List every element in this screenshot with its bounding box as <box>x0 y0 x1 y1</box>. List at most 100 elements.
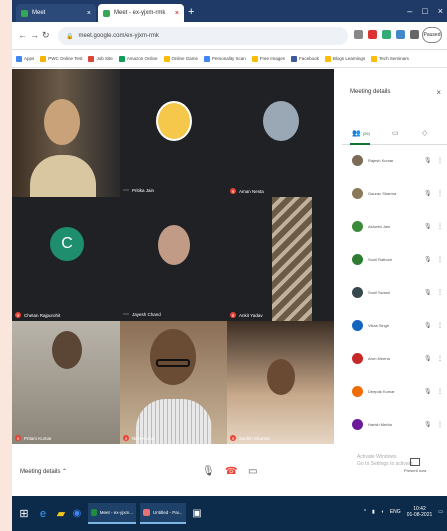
more-vert-icon[interactable]: ⋮ <box>437 355 443 362</box>
bookmark-item[interactable]: Free Images <box>251 55 285 62</box>
more-vert-icon[interactable]: ⋮ <box>437 190 443 197</box>
tab-close-icon[interactable]: × <box>87 10 91 17</box>
extension-icon[interactable] <box>382 30 391 39</box>
bookmark-item[interactable]: Personality Scan <box>204 55 246 62</box>
more-vert-icon[interactable]: ⋮ <box>437 223 443 230</box>
clock[interactable]: 10:42 01-08-2021 <box>407 506 433 518</box>
avatar <box>352 253 363 265</box>
list-item[interactable]: Harish Mehta 🎙 ⋮ <box>342 413 447 435</box>
list-item[interactable]: Ashwini Jain 🎙 ⋮ <box>342 215 447 237</box>
participant-tile[interactable]: ✕ Pritam Kumar <box>12 321 120 444</box>
list-item[interactable]: Sunil Rathore 🎙 ⋮ <box>342 248 447 270</box>
bookmark-icon <box>371 55 378 62</box>
mic-off-icon: ✕ <box>230 435 236 441</box>
participant-tile[interactable]: ⋯ Pritika Jain <box>120 69 227 197</box>
close-icon[interactable]: × <box>436 88 441 97</box>
language-indicator[interactable]: ENG <box>390 509 401 515</box>
participant-tile[interactable]: ⋯ Jayesh Chand <box>120 197 227 321</box>
browser-titlebar: Meet × Meet - ex-yjxm-rmk × + – □ × <box>12 0 447 22</box>
minimize-icon[interactable]: – <box>407 6 412 16</box>
activities-icon[interactable]: ◇ <box>422 129 427 137</box>
bookmark-item[interactable]: PWC Online Test <box>40 55 82 62</box>
people-icon: 👥 <box>352 130 361 137</box>
chat-icon[interactable]: ▭ <box>392 129 399 137</box>
participant-face <box>52 331 82 369</box>
participant-tile[interactable]: ✕ Aman Nesta <box>227 69 334 197</box>
maximize-icon[interactable]: □ <box>422 6 427 16</box>
bookmark-icon <box>324 55 331 62</box>
reload-icon[interactable]: ↻ <box>42 30 50 41</box>
mic-off-icon: 🎙 <box>424 223 432 230</box>
more-icon[interactable]: ⋯ <box>123 187 129 194</box>
more-vert-icon[interactable]: ⋮ <box>437 421 443 428</box>
more-vert-icon[interactable]: ⋮ <box>437 256 443 263</box>
back-icon[interactable]: ← <box>18 30 27 40</box>
present-now-button[interactable]: Present now <box>404 458 426 473</box>
list-item[interactable]: Vikas Singh 🎙 ⋮ <box>342 314 447 336</box>
bookmark-item[interactable]: Blogs Learnings <box>324 55 365 62</box>
extension-icon[interactable] <box>368 30 377 39</box>
tab-meet-active[interactable]: Meet - ex-yjxm-rmk × <box>98 4 184 22</box>
participant-tile[interactable]: C ✕ Chetan Rajpurohit <box>12 197 120 321</box>
plus-icon[interactable]: + <box>188 6 194 18</box>
more-vert-icon[interactable]: ⋮ <box>437 289 443 296</box>
participant-tile[interactable]: ✕ Ankit Yadav <box>227 197 334 321</box>
participant-tile[interactable] <box>12 69 120 197</box>
tab-meet[interactable]: Meet × <box>16 4 96 22</box>
volume-icon[interactable]: ◖ <box>381 509 384 515</box>
more-vert-icon[interactable]: ⋮ <box>437 157 443 164</box>
list-item[interactable]: Arun Meena 🎙 ⋮ <box>342 347 447 369</box>
camera-icon[interactable]: ▭ <box>248 466 257 477</box>
participant-nametag: ⋯ Pritika Jain <box>123 187 154 194</box>
extension-icon[interactable] <box>396 30 405 39</box>
more-vert-icon[interactable]: ⋮ <box>437 388 443 395</box>
present-icon <box>410 458 421 466</box>
participant-face <box>44 99 80 145</box>
forward-icon[interactable]: → <box>30 30 39 40</box>
list-item[interactable]: Sunil Swami 🎙 ⋮ <box>342 281 447 303</box>
meeting-details-button[interactable]: Meeting details ⌃ <box>20 468 67 475</box>
avatar <box>352 352 363 364</box>
url-bar[interactable]: 🔒 meet.google.com/ex-yjxm-rmk <box>58 27 348 45</box>
chevron-up-icon[interactable]: ^ <box>364 509 366 515</box>
profile-button[interactable]: Paused <box>422 27 442 43</box>
chrome-icon[interactable]: ◉ <box>70 504 84 523</box>
bookmark-item[interactable]: Job Site <box>88 55 113 62</box>
notification-icon[interactable]: ▭ <box>438 509 443 515</box>
hang-up-icon[interactable]: ☎ <box>225 466 237 477</box>
bookmark-item[interactable]: Tech Seminars <box>371 55 409 62</box>
file-explorer-icon[interactable]: ▰ <box>54 504 68 523</box>
participant-nametag: ✕ Chetan Rajpurohit <box>15 312 60 318</box>
list-item[interactable]: Rajesh Kumar 🎙 ⋮ <box>342 149 447 171</box>
mic-icon[interactable]: 🎙 <box>202 466 215 477</box>
tab-people[interactable]: 👥 (29) <box>352 129 370 137</box>
list-item[interactable]: Deepak Kumar 🎙 ⋮ <box>342 380 447 402</box>
bookmark-item[interactable]: Facebook <box>291 55 319 62</box>
network-icon[interactable]: ▮ <box>372 509 375 515</box>
tab-close-icon[interactable]: × <box>175 10 179 17</box>
participant-list: Rajesh Kumar 🎙 ⋮ Gaurav Sharma 🎙 ⋮ Ashwini J… <box>342 149 447 439</box>
windows-taskbar: ⊞ e ▰ ◉ Meet - ex-yjxm... Untitled - Pai… <box>12 496 447 531</box>
participant-name: Harish Mehta <box>368 421 392 427</box>
taskbar-app-meet[interactable]: Meet - ex-yjxm... <box>88 503 136 524</box>
close-icon[interactable]: × <box>438 6 443 16</box>
more-icon[interactable]: ⋯ <box>123 311 129 318</box>
apps-icon <box>16 55 22 62</box>
taskbar-pinned-icon[interactable]: ▣ <box>190 504 204 523</box>
list-item[interactable]: Gaurav Sharma 🎙 ⋮ <box>342 182 447 204</box>
bookmark-item[interactable]: Amazon Online <box>118 55 158 62</box>
mic-off-icon: 🎙 <box>424 289 432 296</box>
more-vert-icon[interactable]: ⋮ <box>437 322 443 329</box>
puzzle-icon[interactable] <box>410 30 419 39</box>
mic-off-icon: 🎙 <box>424 322 432 329</box>
extensions <box>354 30 419 39</box>
bookmark-item[interactable]: Online Game <box>163 55 198 62</box>
edge-icon[interactable]: e <box>36 504 50 523</box>
taskbar-app-paint[interactable]: Untitled - Pai... <box>140 503 186 524</box>
star-icon[interactable] <box>354 30 363 39</box>
mic-off-icon: ✕ <box>123 435 129 441</box>
participant-tile[interactable]: ✕ Nitin Kumar <box>120 321 227 444</box>
bookmark-item[interactable]: Apps <box>16 55 34 62</box>
participant-tile[interactable]: ✕ Sachin Sharma <box>227 321 334 444</box>
windows-start-icon[interactable]: ⊞ <box>16 504 32 523</box>
